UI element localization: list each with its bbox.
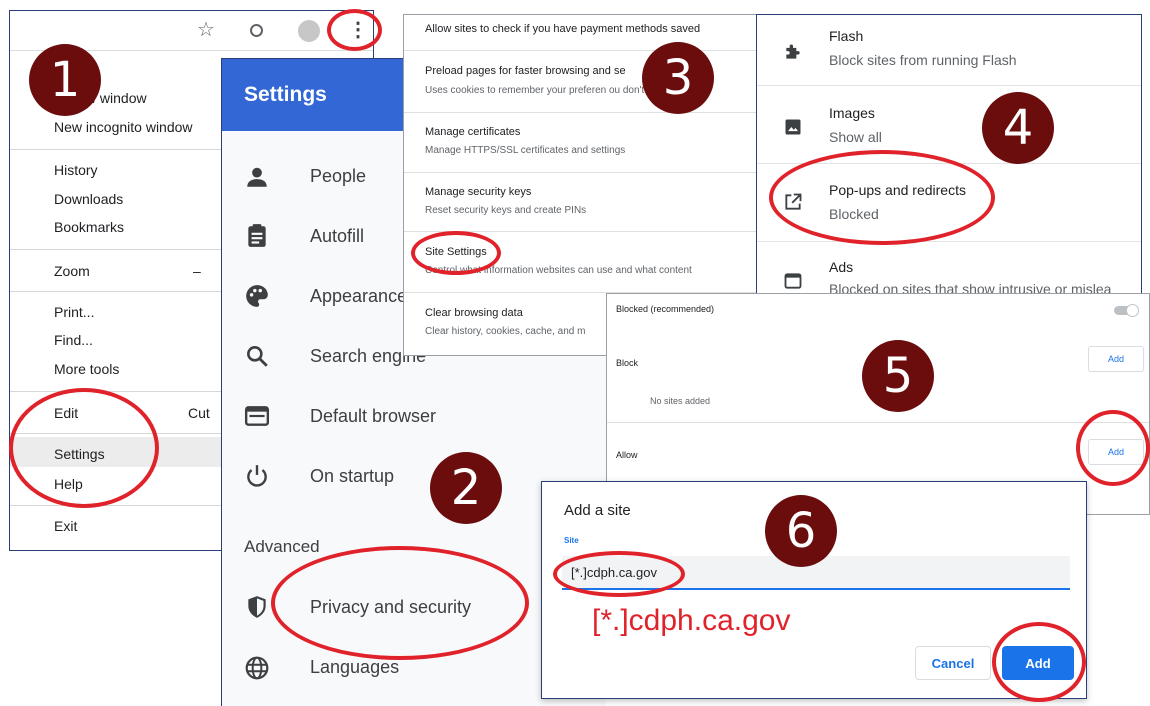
privacy-row-title[interactable]: Manage security keys: [425, 186, 531, 198]
step-badge-6: 6: [765, 495, 837, 567]
privacy-row-title[interactable]: Clear browsing data: [425, 307, 523, 319]
menu-item-print[interactable]: Print...: [54, 304, 94, 320]
browser-icon: [244, 406, 270, 426]
menu-item-help[interactable]: Help: [54, 476, 83, 492]
no-sites-added-text: No sites added: [650, 396, 711, 406]
menu-item-new-incognito-window[interactable]: New incognito window: [54, 119, 193, 135]
row-divider: [757, 241, 1141, 242]
privacy-row-site-settings[interactable]: Site Settings: [425, 246, 487, 258]
row-divider: [607, 422, 1149, 423]
step-badge-4: 4: [982, 92, 1054, 164]
allow-add-button[interactable]: Add: [1088, 439, 1144, 465]
blocked-toggle[interactable]: [1114, 304, 1139, 317]
star-icon[interactable]: ☆: [197, 17, 215, 42]
block-section-label: Block: [616, 358, 639, 368]
row-divider: [757, 163, 1141, 164]
clipboard-icon: [248, 224, 266, 247]
settings-item-privacy-and-security[interactable]: Privacy and security: [310, 597, 471, 618]
block-add-button[interactable]: Add: [1088, 346, 1144, 372]
privacy-row-subtitle: Reset security keys and create PINs: [425, 205, 587, 216]
row-divider: [404, 112, 757, 113]
step-badge-3: 3: [642, 42, 714, 114]
menu-item-more-tools[interactable]: More tools: [54, 361, 119, 377]
site-setting-popups-title[interactable]: Pop-ups and redirects: [829, 182, 966, 198]
privacy-row-subtitle: Manage HTTPS/SSL certificates and settin…: [425, 145, 626, 156]
site-setting-popups-sub: Blocked: [829, 206, 879, 222]
row-divider: [404, 50, 757, 51]
step-badge-5: 5: [862, 340, 934, 412]
globe-icon: [245, 656, 269, 680]
menu-item-downloads[interactable]: Downloads: [54, 191, 123, 207]
privacy-row-title[interactable]: Allow sites to check if you have payment…: [425, 23, 700, 35]
settings-item-languages[interactable]: Languages: [310, 657, 399, 678]
shield-icon: [248, 596, 266, 618]
dialog-title: Add a site: [564, 502, 631, 519]
image-icon: [785, 119, 801, 135]
site-input-value: [*.]cdph.ca.gov: [571, 565, 657, 580]
allow-section-label: Allow: [616, 450, 638, 460]
menu-item-settings[interactable]: Settings: [54, 446, 105, 462]
privacy-row-subtitle: Uses cookies to remember your preferen o…: [425, 85, 645, 96]
settings-item-appearance[interactable]: Appearance: [310, 286, 407, 307]
settings-item-on-startup[interactable]: On startup: [310, 466, 394, 487]
menu-item-edit: Edit: [54, 405, 79, 421]
puzzle-icon: [786, 44, 800, 59]
cancel-button[interactable]: Cancel: [915, 646, 991, 680]
row-divider: [757, 85, 1141, 86]
menu-item-history[interactable]: History: [54, 162, 98, 178]
privacy-row-title[interactable]: Manage certificates: [425, 126, 520, 138]
avatar[interactable]: [298, 20, 320, 42]
add-button[interactable]: Add: [1002, 646, 1074, 680]
privacy-row-subtitle: Control what information websites can us…: [425, 265, 692, 276]
settings-item-autofill[interactable]: Autofill: [310, 226, 364, 247]
person-icon: [247, 167, 267, 187]
extension-icon[interactable]: [250, 24, 263, 37]
step-badge-1: 1: [29, 44, 101, 116]
site-pattern-callout: [*.]cdph.ca.gov: [592, 604, 791, 637]
privacy-row-subtitle: Clear history, cookies, cache, and m: [425, 326, 586, 337]
site-setting-images-title[interactable]: Images: [829, 105, 875, 121]
toggle-knob: [1126, 304, 1139, 317]
blocked-recommended-label: Blocked (recommended): [616, 304, 715, 314]
cut-button[interactable]: Cut: [188, 405, 210, 421]
settings-item-default-browser[interactable]: Default browser: [310, 406, 436, 427]
menu-item-bookmarks[interactable]: Bookmarks: [54, 219, 124, 235]
kebab-menu-icon[interactable]: ⋮: [348, 17, 368, 42]
privacy-row-title[interactable]: Preload pages for faster browsing and se: [425, 65, 626, 77]
ads-icon: [784, 273, 802, 289]
site-setting-images-sub: Show all: [829, 129, 882, 145]
site-setting-flash-title[interactable]: Flash: [829, 28, 863, 44]
palette-icon: [246, 285, 268, 307]
power-icon: [247, 465, 267, 487]
advanced-section-label[interactable]: Advanced: [244, 537, 320, 557]
site-setting-ads-title[interactable]: Ads: [829, 259, 853, 275]
menu-item-zoom: Zoom: [54, 263, 90, 279]
site-field-label: Site: [564, 536, 579, 545]
search-icon: [247, 346, 268, 367]
site-setting-flash-sub: Block sites from running Flash: [829, 52, 1017, 68]
popup-icon: [785, 193, 802, 210]
row-divider: [404, 231, 757, 232]
menu-item-find[interactable]: Find...: [54, 332, 93, 348]
settings-title: Settings: [244, 83, 327, 106]
row-divider: [404, 172, 757, 173]
step-badge-2: 2: [430, 452, 502, 524]
site-settings-panel: Flash Block sites from running Flash Ima…: [756, 14, 1142, 296]
zoom-out-button[interactable]: –: [193, 263, 201, 279]
settings-item-people[interactable]: People: [310, 166, 366, 187]
menu-item-exit[interactable]: Exit: [54, 518, 77, 534]
